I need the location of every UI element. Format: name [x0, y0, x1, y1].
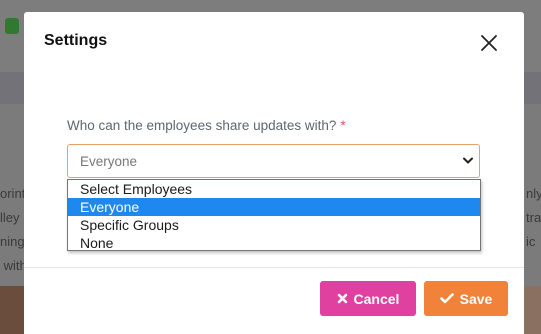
video-icon — [5, 18, 19, 34]
save-button[interactable]: Save — [424, 281, 508, 316]
share-updates-options-list: Select Employees Everyone Specific Group… — [67, 179, 481, 251]
required-marker: * — [340, 118, 346, 133]
close-icon — [481, 35, 497, 51]
chevron-down-icon — [463, 157, 473, 164]
modal-footer: Cancel Save — [24, 267, 524, 334]
share-updates-select[interactable]: Everyone — [67, 144, 480, 178]
save-button-label: Save — [459, 290, 493, 307]
cancel-button-label: Cancel — [353, 290, 400, 307]
cancel-button[interactable]: Cancel — [320, 281, 416, 316]
check-icon — [439, 293, 454, 304]
option-select-employees[interactable]: Select Employees — [68, 180, 480, 198]
background-image — [0, 286, 24, 334]
settings-modal: Settings Who can the employees share upd… — [24, 12, 524, 334]
select-current-value: Everyone — [80, 154, 138, 169]
modal-title: Settings — [44, 32, 108, 49]
share-updates-label: Who can the employees share updates with… — [67, 118, 346, 133]
modal-header: Settings — [24, 12, 524, 72]
background-text-right: nlytrasic — [526, 186, 541, 249]
option-specific-groups[interactable]: Specific Groups — [68, 216, 480, 234]
option-none[interactable]: None — [68, 234, 480, 252]
option-everyone[interactable]: Everyone — [68, 198, 480, 216]
x-icon — [337, 293, 348, 304]
close-button[interactable] — [478, 32, 500, 54]
share-updates-label-text: Who can the employees share updates with… — [67, 118, 337, 133]
background-image — [524, 286, 541, 334]
